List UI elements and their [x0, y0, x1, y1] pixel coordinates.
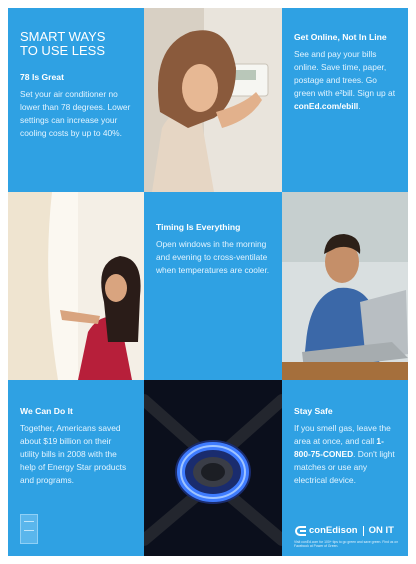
photo-thermostat: [144, 8, 282, 192]
conedison-logo-icon: [294, 525, 306, 536]
tip-heading-safety: Stay Safe: [294, 406, 333, 416]
flyer-title-line2: TO USE LESS: [20, 43, 106, 58]
flyer-title: SMART WAYS TO USE LESS: [20, 30, 132, 58]
photo-curtains: [8, 192, 144, 380]
brand-tagline: ON IT: [368, 525, 394, 536]
energy-star-logo-icon: [20, 514, 38, 544]
tip-body-safety: If you smell gas, leave the area at once…: [294, 422, 396, 487]
panel-get-online: Get Online, Not In Line See and pay your…: [282, 8, 408, 192]
tip-heading-78: 78 Is Great: [20, 72, 64, 82]
gas-burner-photo-illustration: [144, 380, 282, 556]
tip-body-78: Set your air conditioner no lower than 7…: [20, 89, 131, 138]
flyer-title-line1: SMART WAYS: [20, 29, 106, 44]
brand-divider: [362, 525, 364, 536]
conedison-brand: conEdison ON IT: [294, 525, 394, 536]
tip-body-online: See and pay your bills online. Save time…: [294, 48, 396, 113]
panel-timing: Timing Is Everything Open windows in the…: [144, 192, 282, 380]
panel-smart-ways: SMART WAYS TO USE LESS 78 Is Great Set y…: [8, 8, 144, 192]
photo-laptop: [282, 192, 408, 380]
tip-body-online-suffix: .: [358, 101, 361, 111]
laptop-photo-illustration: [282, 192, 408, 380]
tip-heading-online: Get Online, Not In Line: [294, 32, 387, 42]
tip-body-timing: Open windows in the morning and evening …: [156, 239, 270, 275]
tip-heading-timing: Timing Is Everything: [156, 222, 241, 232]
thermostat-photo-illustration: [144, 8, 282, 192]
tip-body-online-text: See and pay your bills online. Save time…: [294, 49, 396, 98]
energy-tips-flyer: SMART WAYS TO USE LESS 78 Is Great Set y…: [8, 8, 408, 556]
conedison-logo-text: conEdison: [309, 525, 358, 536]
curtains-photo-illustration: [8, 192, 144, 380]
tip-heading-energy-star: We Can Do It: [20, 406, 73, 416]
ebill-link[interactable]: conEd.com/ebill: [294, 101, 358, 111]
panel-stay-safe: Stay Safe If you smell gas, leave the ar…: [282, 380, 408, 556]
tip-body-energy-star: Together, Americans saved about $19 bill…: [20, 423, 127, 485]
photo-gas-burner: [144, 380, 282, 556]
fine-print: Visit conEd.com for 100+ tips to go gree…: [294, 539, 399, 549]
panel-we-can-do-it: We Can Do It Together, Americans saved a…: [8, 380, 144, 556]
